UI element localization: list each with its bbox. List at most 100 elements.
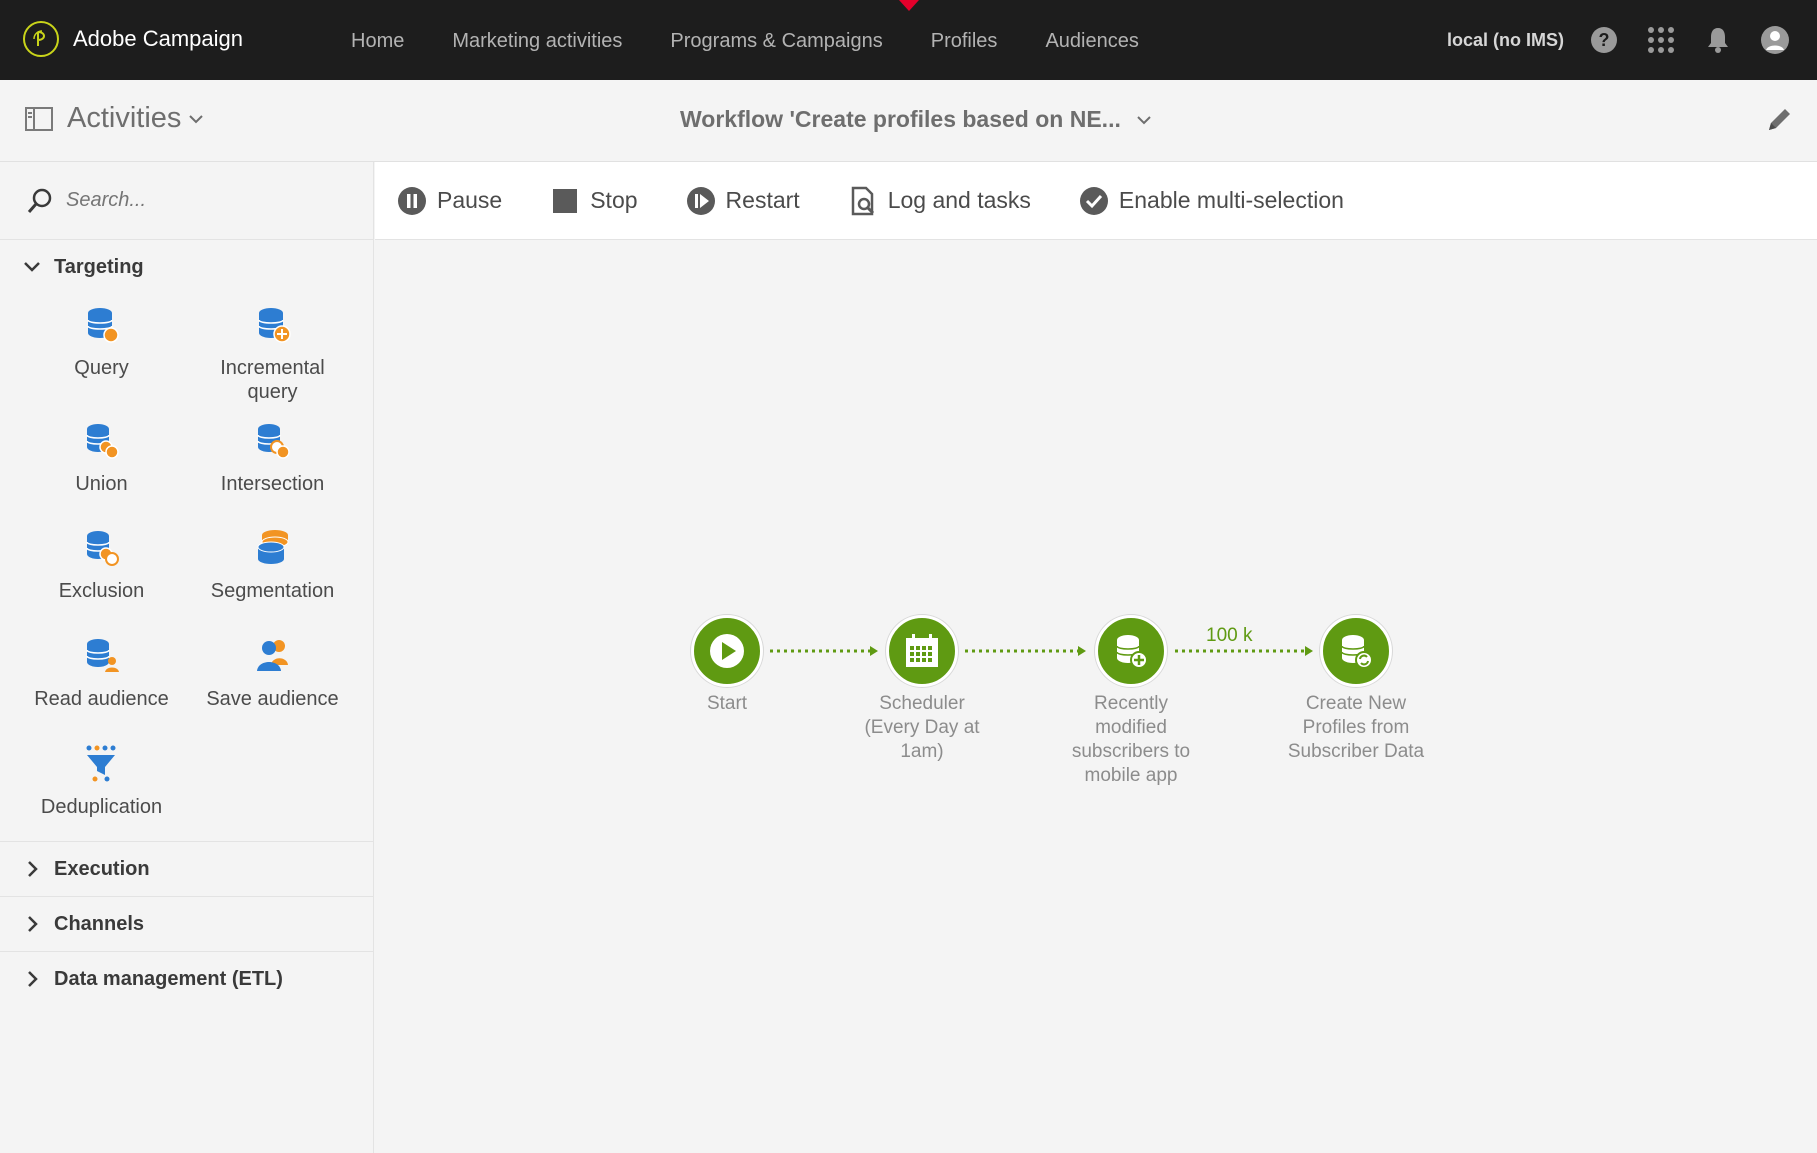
section-data-management-label: Data management (ETL): [54, 967, 283, 990]
section-targeting[interactable]: Targeting: [0, 240, 373, 294]
section-execution[interactable]: Execution: [0, 842, 373, 896]
activity-label: Deduplication: [40, 796, 163, 818]
activity-label: Save audience: [206, 688, 339, 710]
stop-button[interactable]: Stop: [550, 186, 638, 216]
node-query[interactable]: [1095, 615, 1167, 687]
transition-arrow-icon: [870, 646, 878, 656]
section-channels-label: Channels: [54, 912, 145, 935]
calendar-icon: [906, 634, 938, 667]
nav-audiences[interactable]: Audiences: [1045, 0, 1138, 80]
user-avatar-icon[interactable]: [1760, 25, 1790, 55]
environment-label[interactable]: local (no IMS): [1447, 30, 1564, 51]
node-update-data[interactable]: [1320, 615, 1392, 687]
transition-arrow-icon: [1305, 646, 1313, 656]
chevron-down-icon: [24, 262, 40, 272]
pause-icon: [398, 186, 426, 215]
stop-icon: [553, 188, 578, 213]
transition-arrow-icon: [1078, 646, 1086, 656]
node-query-circle: [1095, 615, 1167, 687]
database-add-icon: [1116, 635, 1148, 669]
segmentation-icon: [257, 530, 288, 564]
active-nav-marker: [899, 0, 919, 11]
activity-label: Intersection: [220, 473, 325, 495]
transition-record-count[interactable]: 100 k: [1206, 625, 1252, 647]
workflow-canvas[interactable]: 100 k Start Scheduler (Every Day at 1am)…: [375, 240, 1817, 1153]
activity-segmentation[interactable]: Segmentation: [187, 517, 358, 625]
workflow-title[interactable]: Workflow 'Create profiles based on NE...: [680, 106, 1153, 133]
section-data-management[interactable]: Data management (ETL): [0, 952, 373, 1006]
nav-marketing-activities[interactable]: Marketing activities: [452, 0, 622, 80]
edit-pencil-icon[interactable]: [1763, 104, 1795, 136]
workflow-toolbar: Pause Stop Restart Log and tasks Enable …: [375, 162, 1817, 240]
enable-multi-selection-label: Enable multi-selection: [1118, 187, 1344, 213]
main-nav: Home Marketing activities Programs & Cam…: [351, 0, 1187, 80]
nav-profiles[interactable]: Profiles: [931, 0, 998, 80]
activity-union[interactable]: Union: [16, 410, 187, 517]
app-name: Adobe Campaign: [73, 26, 244, 51]
activities-sidebar: Targeting Query Incremental query Union …: [0, 162, 374, 1153]
pause-button[interactable]: Pause: [397, 186, 502, 216]
log-and-tasks-button[interactable]: Log and tasks: [848, 186, 1031, 216]
node-update-data-label: Create New Profiles from Subscriber Data: [1287, 693, 1425, 762]
svg-text:?: ?: [1599, 30, 1610, 50]
play-icon: [710, 634, 744, 668]
activity-query[interactable]: Query: [16, 294, 187, 410]
search-row: [0, 162, 373, 240]
read-audience-icon: [85, 639, 119, 672]
deduplication-icon: [86, 745, 115, 782]
log-search-icon: [851, 186, 874, 215]
nav-programs-campaigns[interactable]: Programs & Campaigns: [670, 0, 882, 80]
enable-multi-selection-button[interactable]: Enable multi-selection: [1079, 186, 1344, 216]
node-scheduler-label: Scheduler (Every Day at 1am): [864, 693, 980, 762]
chevron-down-icon: [1137, 115, 1151, 124]
node-start-label: Start: [706, 693, 748, 714]
search-input[interactable]: [66, 189, 346, 212]
activity-intersection[interactable]: Intersection: [187, 410, 358, 517]
node-update-data-circle: [1320, 615, 1392, 687]
node-start-circle: [691, 615, 763, 687]
activity-incremental-query[interactable]: Incremental query: [187, 294, 358, 410]
top-right-controls: local (no IMS) ?: [1447, 0, 1817, 80]
panel-toggle-icon: [25, 106, 53, 131]
activity-exclusion[interactable]: Exclusion: [16, 517, 187, 625]
brand[interactable]: Adobe Campaign: [23, 21, 243, 57]
pause-label: Pause: [437, 187, 503, 213]
apps-grid-icon[interactable]: [1646, 25, 1676, 55]
section-channels[interactable]: Channels: [0, 897, 373, 951]
stop-label: Stop: [590, 187, 638, 213]
query-icon: [86, 308, 119, 343]
restart-button[interactable]: Restart: [686, 186, 800, 216]
exclusion-icon: [85, 531, 119, 566]
activities-panel-toggle[interactable]: Activities: [25, 102, 205, 135]
help-icon[interactable]: ?: [1589, 25, 1619, 55]
nav-home[interactable]: Home: [351, 0, 404, 80]
node-scheduler[interactable]: [886, 615, 958, 687]
notifications-bell-icon[interactable]: [1703, 25, 1733, 55]
node-start[interactable]: [691, 615, 763, 687]
checkmark-circle-icon: [1079, 186, 1108, 215]
union-icon: [85, 424, 119, 459]
log-and-tasks-label: Log and tasks: [887, 187, 1031, 213]
activity-label: Query: [74, 357, 129, 379]
activity-label: Segmentation: [210, 580, 335, 602]
activity-deduplication[interactable]: Deduplication: [16, 733, 187, 841]
chevron-down-icon: [189, 114, 204, 123]
workflow-title-text: Workflow 'Create profiles based on NE...: [680, 106, 1121, 132]
top-bar: Adobe Campaign Home Marketing activities…: [0, 0, 1817, 80]
activity-label: Exclusion: [58, 580, 145, 602]
sub-header: Activities Workflow 'Create profiles bas…: [0, 80, 1817, 162]
node-query-label: Recently modified subscribers to mobile …: [1071, 693, 1191, 786]
incremental-query-icon: [257, 308, 291, 343]
activity-label: Read audience: [34, 688, 169, 710]
targeting-activities: Query Incremental query Union Intersecti…: [0, 294, 373, 841]
activity-label: Incremental query: [220, 357, 325, 403]
activity-save-audience[interactable]: Save audience: [187, 625, 358, 733]
search-icon: [27, 188, 52, 213]
restart-icon: [686, 186, 715, 215]
section-targeting-label: Targeting: [54, 255, 144, 278]
chevron-right-icon: [28, 861, 38, 877]
section-execution-label: Execution: [54, 857, 150, 880]
activity-read-audience[interactable]: Read audience: [16, 625, 187, 733]
database-refresh-icon: [1341, 635, 1373, 669]
node-scheduler-circle: [886, 615, 958, 687]
